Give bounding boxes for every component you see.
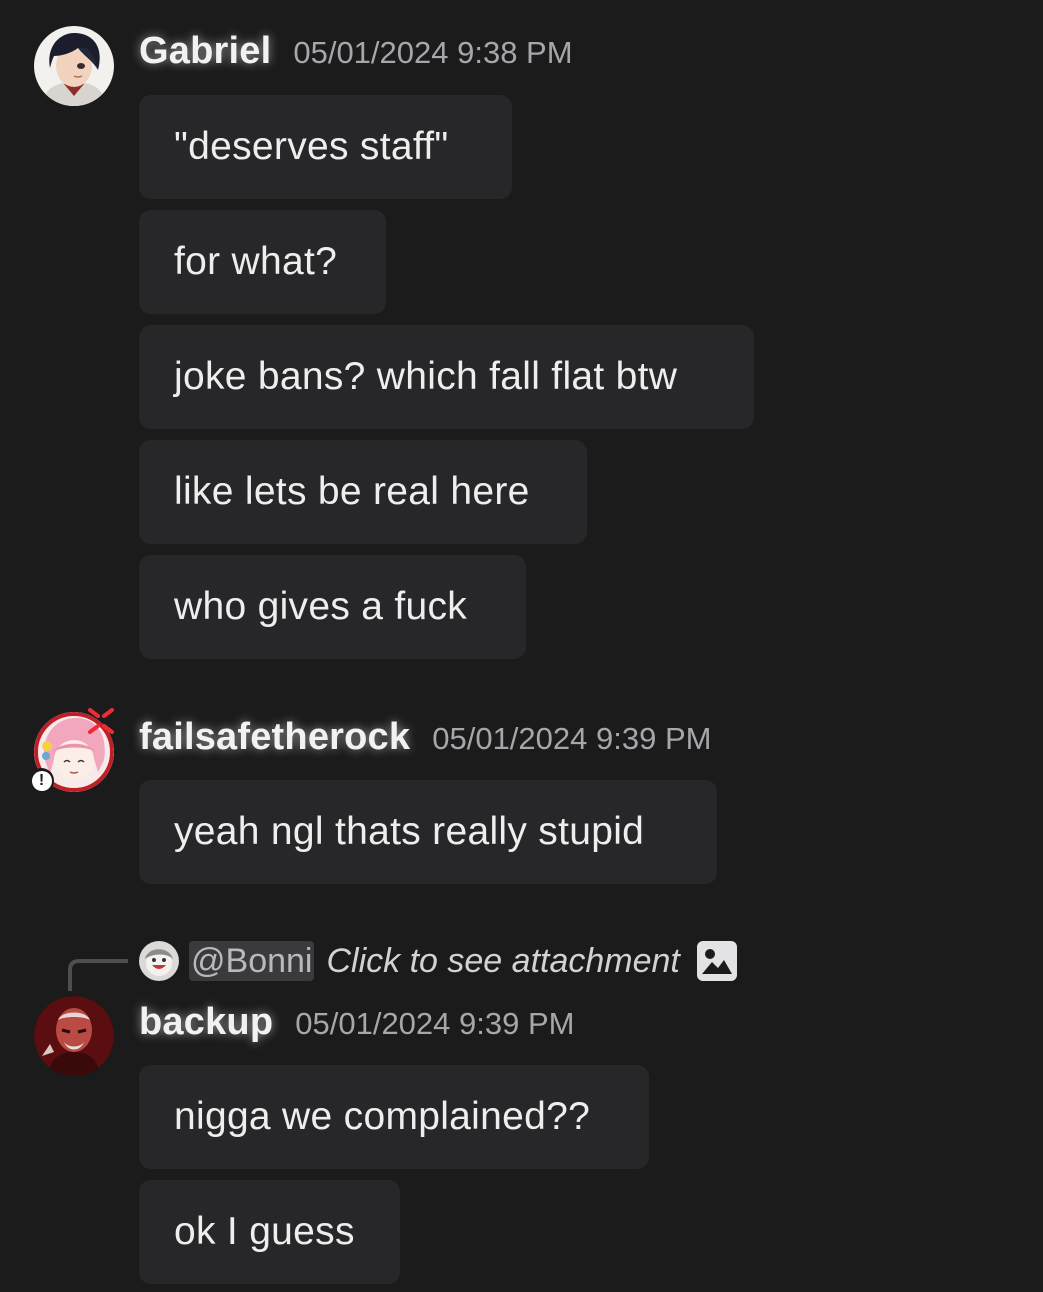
message-text: "deserves staff" <box>174 125 449 168</box>
message-bubble[interactable]: ok I guess <box>139 1180 400 1284</box>
message-text: like lets be real here <box>174 470 530 513</box>
message-bubble[interactable]: like lets be real here <box>139 440 587 544</box>
avatar-gabriel-image <box>34 26 114 106</box>
reply-preview[interactable]: @Bonni Click to see attachment <box>139 940 738 982</box>
message-bubble[interactable]: "deserves staff" <box>139 95 512 199</box>
message-text: who gives a fuck <box>174 585 468 628</box>
message-text: joke bans? which fall flat btw <box>174 355 678 398</box>
username[interactable]: Gabriel <box>139 30 271 73</box>
message-header: failsafetherock 05/01/2024 9:39 PM <box>139 716 711 759</box>
message-bubble[interactable]: who gives a fuck <box>139 555 526 659</box>
avatar-backup-image <box>34 996 114 1076</box>
message-header: backup 05/01/2024 9:39 PM <box>139 1001 574 1044</box>
message-text: ok I guess <box>174 1210 355 1253</box>
message-bubble[interactable]: nigga we complained?? <box>139 1065 649 1169</box>
timestamp: 05/01/2024 9:39 PM <box>432 721 712 756</box>
image-icon[interactable] <box>696 940 738 982</box>
message-text: yeah ngl thats really stupid <box>174 810 645 853</box>
timestamp: 05/01/2024 9:39 PM <box>295 1006 575 1041</box>
anger-symbol-icon <box>86 706 116 736</box>
avatar-bonni-image <box>139 941 179 981</box>
timestamp: 05/01/2024 9:38 PM <box>293 35 573 70</box>
avatar[interactable] <box>34 996 114 1076</box>
message-bubble[interactable]: yeah ngl thats really stupid <box>139 780 717 884</box>
chat-log: Gabriel 05/01/2024 9:38 PM "deserves sta… <box>0 0 1043 1292</box>
reply-avatar[interactable] <box>139 941 179 981</box>
username[interactable]: failsafetherock <box>139 716 410 759</box>
status-glyph: ! <box>31 770 52 791</box>
message-bubble[interactable]: for what? <box>139 210 386 314</box>
reply-text[interactable]: Click to see attachment <box>326 942 679 981</box>
message-header: Gabriel 05/01/2024 9:38 PM <box>139 30 573 73</box>
message-text: for what? <box>174 240 338 283</box>
message-text: nigga we complained?? <box>174 1095 591 1138</box>
status-badge: ! <box>29 768 54 793</box>
avatar[interactable] <box>34 26 114 106</box>
message-bubble[interactable]: joke bans? which fall flat btw <box>139 325 754 429</box>
reply-mention[interactable]: @Bonni <box>189 941 315 981</box>
username[interactable]: backup <box>139 1001 273 1044</box>
reply-connector-line <box>68 959 128 991</box>
